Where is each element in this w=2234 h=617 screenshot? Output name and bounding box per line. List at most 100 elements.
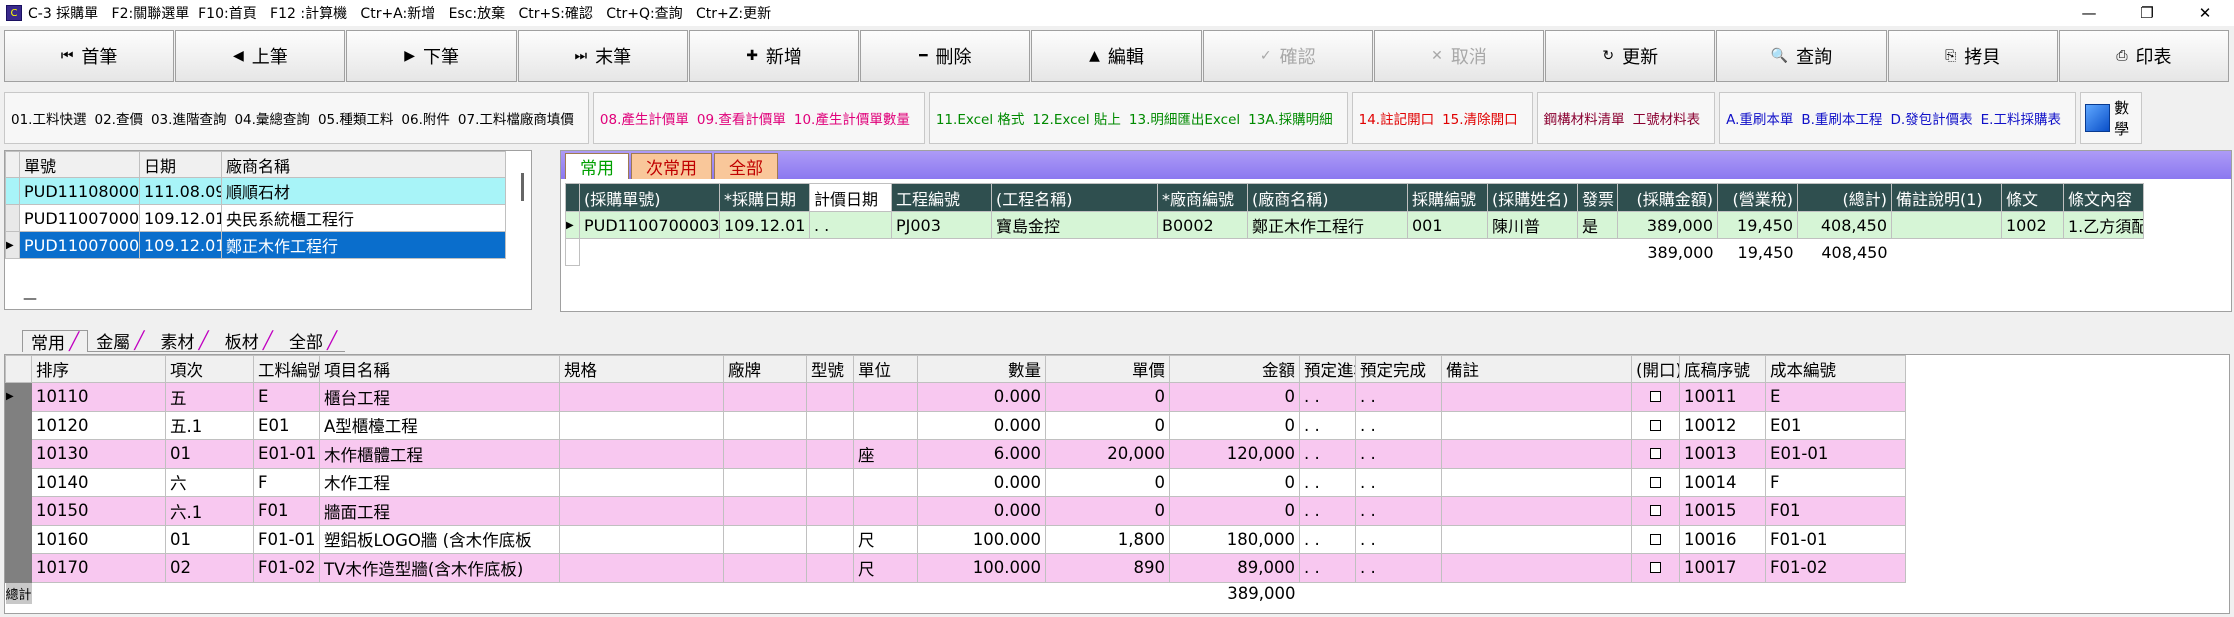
order-header-10[interactable]: (採購金額) [1617, 183, 1718, 212]
order-tab-2[interactable]: 全部 [714, 153, 778, 179]
detail-cell[interactable]: . . [1299, 524, 1357, 554]
detail-cell[interactable] [1631, 553, 1681, 583]
open-checkbox[interactable] [1650, 448, 1662, 460]
order-header-15[interactable]: 條文內容 [2063, 183, 2144, 212]
toolbar-button-3[interactable]: ⏭ 末筆 [517, 30, 688, 82]
detail-row[interactable]: 10160 01 F01-01 塑鋁板LOGO牆 (含木作底板尺 100.000 1,80… [4, 524, 1907, 554]
detail-cell[interactable] [723, 439, 808, 469]
detail-cell[interactable]: 10170 [31, 553, 167, 583]
detail-header-4[interactable]: 規格 [559, 355, 725, 383]
toolbar-button-4[interactable]: ✚ 新增 [688, 30, 860, 82]
detail-row[interactable]: 10130 01 E01-01 木作櫃體工程座 6.000 20,000 120,000 .… [4, 439, 1907, 469]
detail-cell[interactable]: F01-01 [253, 524, 321, 554]
toolbar-button-2[interactable]: ▶ 下筆 [346, 30, 517, 82]
order-row[interactable]: ▶ PUD1100700003 109.12.01 . . PJ003 寶島金控 B000… [565, 211, 2144, 239]
detail-cell[interactable]: 0 [1169, 382, 1301, 412]
detail-cell[interactable]: 10110 [31, 382, 167, 412]
order-header-3[interactable]: 工程編號 [891, 183, 992, 212]
detail-cell[interactable]: 櫃台工程 [319, 382, 561, 412]
detail-cell[interactable] [806, 439, 855, 469]
detail-cell[interactable]: 890 [1045, 553, 1171, 583]
master-row[interactable]: PUD1100700004109.12.01央民系統櫃工程行 [5, 204, 506, 232]
detail-cell[interactable]: . . [1355, 410, 1443, 440]
detail-cell[interactable]: F01-01 [1765, 524, 1907, 554]
detail-cell[interactable]: 100.000 [917, 553, 1047, 583]
detail-header-13[interactable]: 備註 [1441, 355, 1633, 383]
detail-cell[interactable] [806, 467, 855, 497]
open-checkbox[interactable] [1650, 533, 1662, 545]
master-cell[interactable]: 順順石材 [221, 177, 506, 205]
order-cell[interactable]: 109.12.01 [719, 211, 810, 239]
detail-cell[interactable] [559, 553, 725, 583]
detail-cell[interactable]: TV木作造型牆(含木作底板) [319, 553, 561, 583]
master-cell[interactable]: PUD1110800001 [19, 177, 140, 205]
detail-header-6[interactable]: 型號 [806, 355, 855, 383]
master-cell[interactable]: 央民系統櫃工程行 [221, 204, 506, 232]
detail-row[interactable]: ▶ 10110 五 E 櫃台工程 0.000 0 0 . . . . 10011 E [4, 382, 1907, 412]
order-cell[interactable]: 389,000 [1617, 211, 1718, 239]
detail-cell[interactable] [1441, 382, 1633, 412]
detail-cell[interactable]: . . [1299, 553, 1357, 583]
detail-header-2[interactable]: 工料編號 [253, 355, 321, 383]
detail-cell[interactable]: 20,000 [1045, 439, 1171, 469]
detail-cell[interactable]: 0.000 [917, 382, 1047, 412]
detail-cell[interactable]: E01-01 [253, 439, 321, 469]
master-header-1[interactable]: 日期 [139, 151, 222, 178]
detail-cell[interactable] [1631, 467, 1681, 497]
detail-header-10[interactable]: 金額 [1169, 355, 1301, 383]
detail-cell[interactable]: 六 [165, 467, 255, 497]
detail-cell[interactable]: 01 [165, 524, 255, 554]
toolbar-button-1[interactable]: ◀ 上筆 [175, 30, 346, 82]
detail-cell[interactable]: 0.000 [917, 467, 1047, 497]
detail-cell[interactable] [1441, 553, 1633, 583]
detail-cell[interactable]: . . [1299, 467, 1357, 497]
detail-tab-4[interactable]: 全部 ╱ [281, 330, 346, 353]
master-header-0[interactable]: 單號 [19, 151, 140, 178]
link-g2-0[interactable]: 08.產生計價單 [600, 108, 689, 128]
detail-cell[interactable]: . . [1355, 439, 1443, 469]
order-cell[interactable]: . . [809, 211, 892, 239]
detail-cell[interactable]: E01-01 [1765, 439, 1907, 469]
detail-cell[interactable]: F01 [253, 496, 321, 526]
math-button[interactable]: 數學 [2079, 92, 2142, 144]
detail-cell[interactable] [1631, 524, 1681, 554]
link-g2-1[interactable]: 09.查看計價單 [697, 108, 786, 128]
detail-header-15[interactable]: 底稿序號 [1679, 355, 1767, 383]
close-icon[interactable]: ✕ [2176, 0, 2234, 26]
detail-cell[interactable]: F01-02 [253, 553, 321, 583]
detail-cell[interactable]: 座 [853, 439, 919, 469]
detail-row[interactable]: 10150 六.1 F01 牆面工程 0.000 0 0 . . . . 10015 F01 [4, 496, 1907, 526]
link-g1-3[interactable]: 04.彙總查詢 [234, 108, 309, 128]
link-g2-2[interactable]: 10.產生計價單數量 [794, 108, 910, 128]
detail-cell[interactable]: 0 [1045, 410, 1171, 440]
detail-cell[interactable]: 10013 [1679, 439, 1767, 469]
order-header-4[interactable]: (工程名稱) [991, 183, 1158, 212]
detail-cell[interactable] [1631, 382, 1681, 412]
detail-cell[interactable] [723, 496, 808, 526]
master-cell[interactable]: PUD1100700004 [19, 204, 140, 232]
detail-cell[interactable]: . . [1355, 382, 1443, 412]
detail-cell[interactable]: 木作櫃體工程 [319, 439, 561, 469]
detail-cell[interactable] [853, 382, 919, 412]
detail-tab-1[interactable]: 金屬 ╱ [88, 330, 153, 353]
order-cell[interactable]: 408,450 [1797, 211, 1892, 239]
detail-cell[interactable]: 10017 [1679, 553, 1767, 583]
order-header-12[interactable]: (總計) [1797, 183, 1892, 212]
detail-cell[interactable] [806, 524, 855, 554]
detail-tab-2[interactable]: 素材 ╱ [152, 330, 217, 353]
order-cell[interactable]: 是 [1577, 211, 1618, 239]
detail-cell[interactable] [559, 439, 725, 469]
order-cell[interactable]: B0002 [1157, 211, 1248, 239]
detail-cell[interactable]: . . [1299, 496, 1357, 526]
detail-cell[interactable]: . . [1355, 524, 1443, 554]
link-g6-3[interactable]: E.工料採購表 [1981, 108, 2061, 128]
master-cell[interactable]: 鄭正木作工程行 [221, 231, 506, 259]
link-g1-6[interactable]: 07.工料檔廠商填價 [458, 108, 574, 128]
master-scrollbar[interactable] [515, 173, 531, 233]
detail-cell[interactable]: 89,000 [1169, 553, 1301, 583]
detail-cell[interactable] [806, 410, 855, 440]
detail-cell[interactable]: 01 [165, 439, 255, 469]
detail-cell[interactable]: 尺 [853, 553, 919, 583]
detail-cell[interactable] [559, 496, 725, 526]
detail-cell[interactable] [723, 524, 808, 554]
